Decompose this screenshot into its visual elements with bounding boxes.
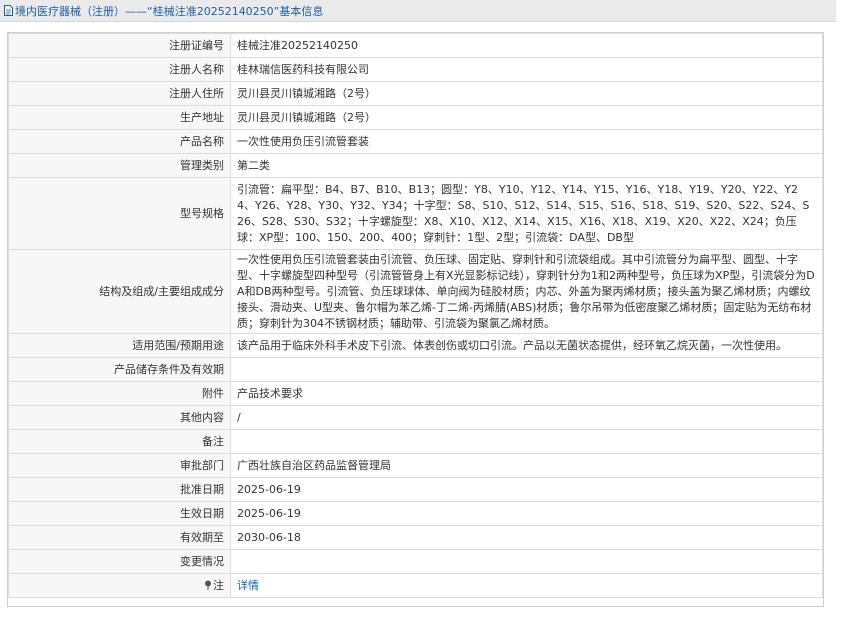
field-label: 变更情况 <box>8 549 231 574</box>
field-label: 备注 <box>8 429 231 454</box>
table-row: 变更情况 <box>8 549 823 574</box>
field-value <box>230 357 823 382</box>
field-value: 2030-06-18 <box>230 525 823 550</box>
field-label: 产品名称 <box>8 129 231 154</box>
field-value <box>230 549 823 574</box>
field-value: 第二类 <box>230 153 823 178</box>
table-row: 管理类别 第二类 <box>8 153 823 178</box>
field-value: 2025-06-19 <box>230 501 823 526</box>
field-value: 一次性使用负压引流管套装由引流管、负压球、固定贴、穿刺针和引流袋组成。其中引流管… <box>230 249 823 334</box>
field-label: 其他内容 <box>8 405 231 430</box>
table-row: 生产地址 灵川县灵川镇城湘路（2号） <box>8 105 823 130</box>
field-value: / <box>230 405 823 430</box>
field-value <box>230 429 823 454</box>
field-label: 注册人名称 <box>8 57 231 82</box>
field-label: 结构及组成/主要组成成分 <box>8 249 231 334</box>
table-row: 产品名称 一次性使用负压引流管套装 <box>8 129 823 154</box>
table-row: 审批部门 广西壮族自治区药品监督管理局 <box>8 453 823 478</box>
field-value-cell: 详情 <box>230 573 823 598</box>
field-label: 有效期至 <box>8 525 231 550</box>
field-label: 注册人住所 <box>8 81 231 106</box>
table-row: 适用范围/预期用途 该产品用于临床外科手术皮下引流、体表创伤或切口引流。产品以无… <box>8 333 823 358</box>
table-row: 附件 产品技术要求 <box>8 381 823 406</box>
note-label-cell: 注 <box>8 573 231 598</box>
table-row: 生效日期 2025-06-19 <box>8 501 823 526</box>
document-icon <box>4 5 13 16</box>
field-label: 附件 <box>8 381 231 406</box>
table-row: 产品储存条件及有效期 <box>8 357 823 382</box>
pin-icon <box>205 580 211 590</box>
field-label: 注 <box>213 578 224 592</box>
table-row: 有效期至 2030-06-18 <box>8 525 823 550</box>
field-label: 注册证编号 <box>8 33 231 58</box>
info-table: 注册证编号 桂械注准20252140250 注册人名称 桂林瑞信医药科技有限公司… <box>8 33 823 598</box>
table-row: 结构及组成/主要组成成分 一次性使用负压引流管套装由引流管、负压球、固定贴、穿刺… <box>8 249 823 334</box>
page-title: 境内医疗器械（注册）——“桂械注准20252140250”基本信息 <box>15 4 324 18</box>
page-header: 境内医疗器械（注册）——“桂械注准20252140250”基本信息 <box>0 0 836 22</box>
table-row: 注 详情 <box>8 573 823 598</box>
field-value: 桂械注准20252140250 <box>230 33 823 58</box>
info-panel: 注册证编号 桂械注准20252140250 注册人名称 桂林瑞信医药科技有限公司… <box>7 32 824 607</box>
field-value: 广西壮族自治区药品监督管理局 <box>230 453 823 478</box>
table-row: 批准日期 2025-06-19 <box>8 477 823 502</box>
field-label: 生产地址 <box>8 105 231 130</box>
field-label: 适用范围/预期用途 <box>8 333 231 358</box>
field-label: 管理类别 <box>8 153 231 178</box>
field-value: 2025-06-19 <box>230 477 823 502</box>
field-value: 桂林瑞信医药科技有限公司 <box>230 57 823 82</box>
table-row: 其他内容 / <box>8 405 823 430</box>
field-value: 该产品用于临床外科手术皮下引流、体表创伤或切口引流。产品以无菌状态提供，经环氧乙… <box>230 333 823 358</box>
table-row: 型号规格 引流管：扁平型：B4、B7、B10、B13；圆型：Y8、Y10、Y12… <box>8 177 823 250</box>
field-value: 引流管：扁平型：B4、B7、B10、B13；圆型：Y8、Y10、Y12、Y14、… <box>230 177 823 250</box>
field-label: 生效日期 <box>8 501 231 526</box>
field-label: 批准日期 <box>8 477 231 502</box>
field-value: 一次性使用负压引流管套装 <box>230 129 823 154</box>
field-label: 产品储存条件及有效期 <box>8 357 231 382</box>
table-row: 注册人住所 灵川县灵川镇城湘路（2号） <box>8 81 823 106</box>
field-value: 产品技术要求 <box>230 381 823 406</box>
table-row: 注册人名称 桂林瑞信医药科技有限公司 <box>8 57 823 82</box>
field-value: 灵川县灵川镇城湘路（2号） <box>230 81 823 106</box>
field-label: 型号规格 <box>8 177 231 250</box>
field-label: 审批部门 <box>8 453 231 478</box>
field-value: 灵川县灵川镇城湘路（2号） <box>230 105 823 130</box>
table-row: 备注 <box>8 429 823 454</box>
detail-link[interactable]: 详情 <box>237 579 259 592</box>
table-row: 注册证编号 桂械注准20252140250 <box>8 33 823 58</box>
